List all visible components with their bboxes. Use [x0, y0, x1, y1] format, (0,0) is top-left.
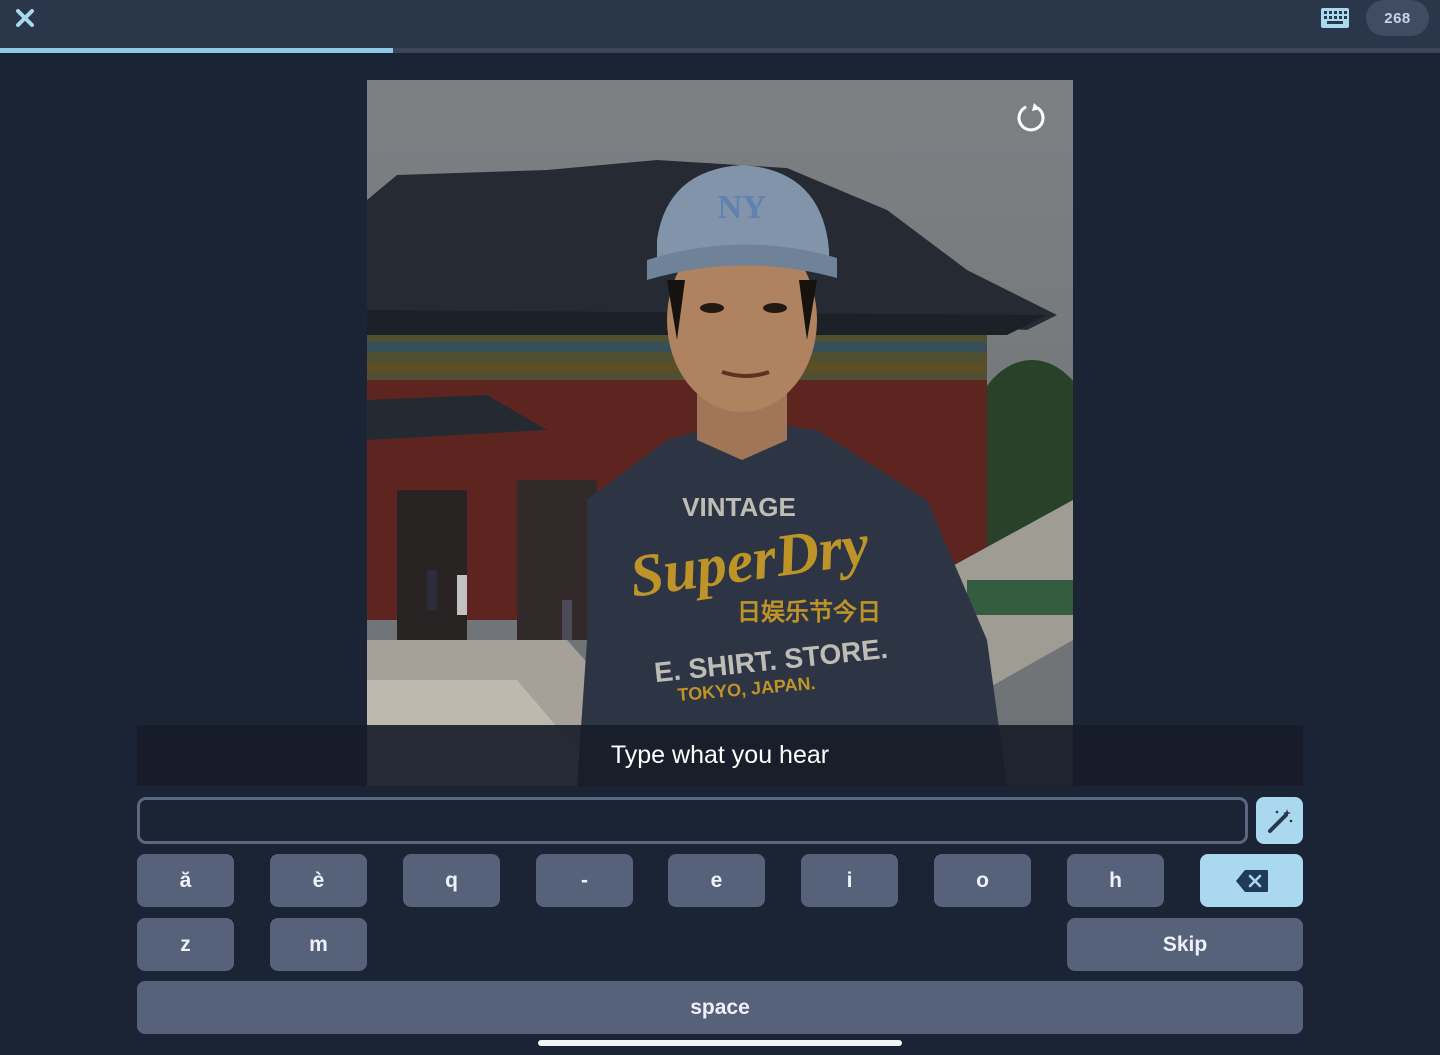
hint-button[interactable] — [1256, 797, 1303, 844]
lesson-photo: NY VINTAGE SuperDry 日娱乐节今日 E. SHIRT. STO… — [367, 80, 1073, 786]
key-e[interactable]: e — [668, 854, 765, 907]
progress-bar — [0, 48, 1440, 53]
key-q[interactable]: q — [403, 854, 500, 907]
space-key[interactable]: space — [137, 981, 1303, 1034]
prompt-caption: Type what you hear — [610, 741, 830, 769]
skip-button[interactable]: Skip — [1067, 918, 1303, 971]
score-badge: 268 — [1366, 0, 1429, 36]
key-a-breve[interactable]: ă — [137, 854, 234, 907]
magic-wand-icon — [1267, 808, 1292, 833]
key-o[interactable]: o — [934, 854, 1031, 907]
key-h[interactable]: h — [1067, 854, 1164, 907]
replay-icon — [1017, 103, 1045, 132]
key-m[interactable]: m — [270, 918, 367, 971]
key-z[interactable]: z — [137, 918, 234, 971]
prompt-caption-band: Type what you hear — [137, 725, 1303, 786]
replay-audio-button[interactable] — [1010, 98, 1052, 138]
close-button[interactable] — [10, 4, 40, 32]
key-hyphen[interactable]: - — [536, 854, 633, 907]
key-i[interactable]: i — [801, 854, 898, 907]
backspace-button[interactable] — [1200, 854, 1303, 907]
answer-input[interactable] — [137, 797, 1248, 844]
home-indicator — [538, 1040, 902, 1046]
key-e-grave[interactable]: è — [270, 854, 367, 907]
close-icon — [16, 9, 34, 27]
backspace-icon — [1235, 869, 1268, 892]
keyboard-icon — [1321, 8, 1349, 28]
top-bar: 268 — [0, 0, 1440, 48]
keyboard-toggle-button[interactable] — [1318, 4, 1352, 32]
progress-fill — [0, 48, 394, 53]
